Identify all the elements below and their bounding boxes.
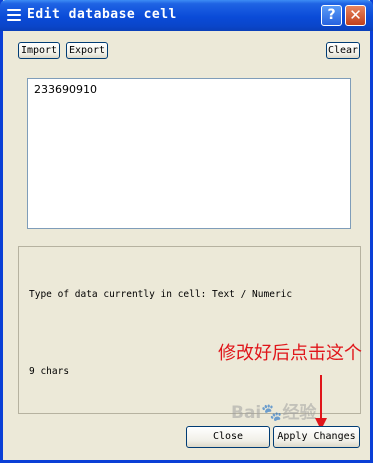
title-bar[interactable]: Edit database cell ? ✕ bbox=[0, 0, 373, 31]
window-title: Edit database cell bbox=[27, 7, 177, 22]
cell-value-editor[interactable]: 233690910 bbox=[27, 78, 351, 229]
edit-database-cell-dialog: Edit database cell ? ✕ Import Export Cle… bbox=[0, 0, 373, 463]
export-button[interactable]: Export bbox=[66, 42, 108, 59]
cell-info-panel: Type of data currently in cell: Text / N… bbox=[18, 246, 361, 414]
baidu-watermark: Bai🐾经验 bbox=[231, 398, 316, 423]
char-count-label: 9 chars bbox=[29, 366, 70, 377]
paw-icon: 🐾 bbox=[261, 403, 283, 423]
watermark-brand-right: 经验 bbox=[282, 403, 317, 423]
window-close-button[interactable]: ✕ bbox=[345, 5, 366, 26]
close-button[interactable]: Close bbox=[186, 426, 270, 448]
clear-button[interactable]: Clear bbox=[326, 42, 360, 59]
annotation-text: 修改好后点击这个 bbox=[218, 343, 362, 364]
import-button[interactable]: Import bbox=[18, 42, 60, 59]
watermark-brand-left: Bai bbox=[231, 403, 262, 423]
apply-changes-button[interactable]: Apply Changes bbox=[273, 426, 360, 448]
data-type-label: Type of data currently in cell: Text / N… bbox=[29, 289, 293, 300]
annotation-arrow-icon bbox=[320, 375, 322, 420]
menu-lines-icon[interactable] bbox=[7, 9, 21, 21]
help-button[interactable]: ? bbox=[321, 5, 342, 26]
